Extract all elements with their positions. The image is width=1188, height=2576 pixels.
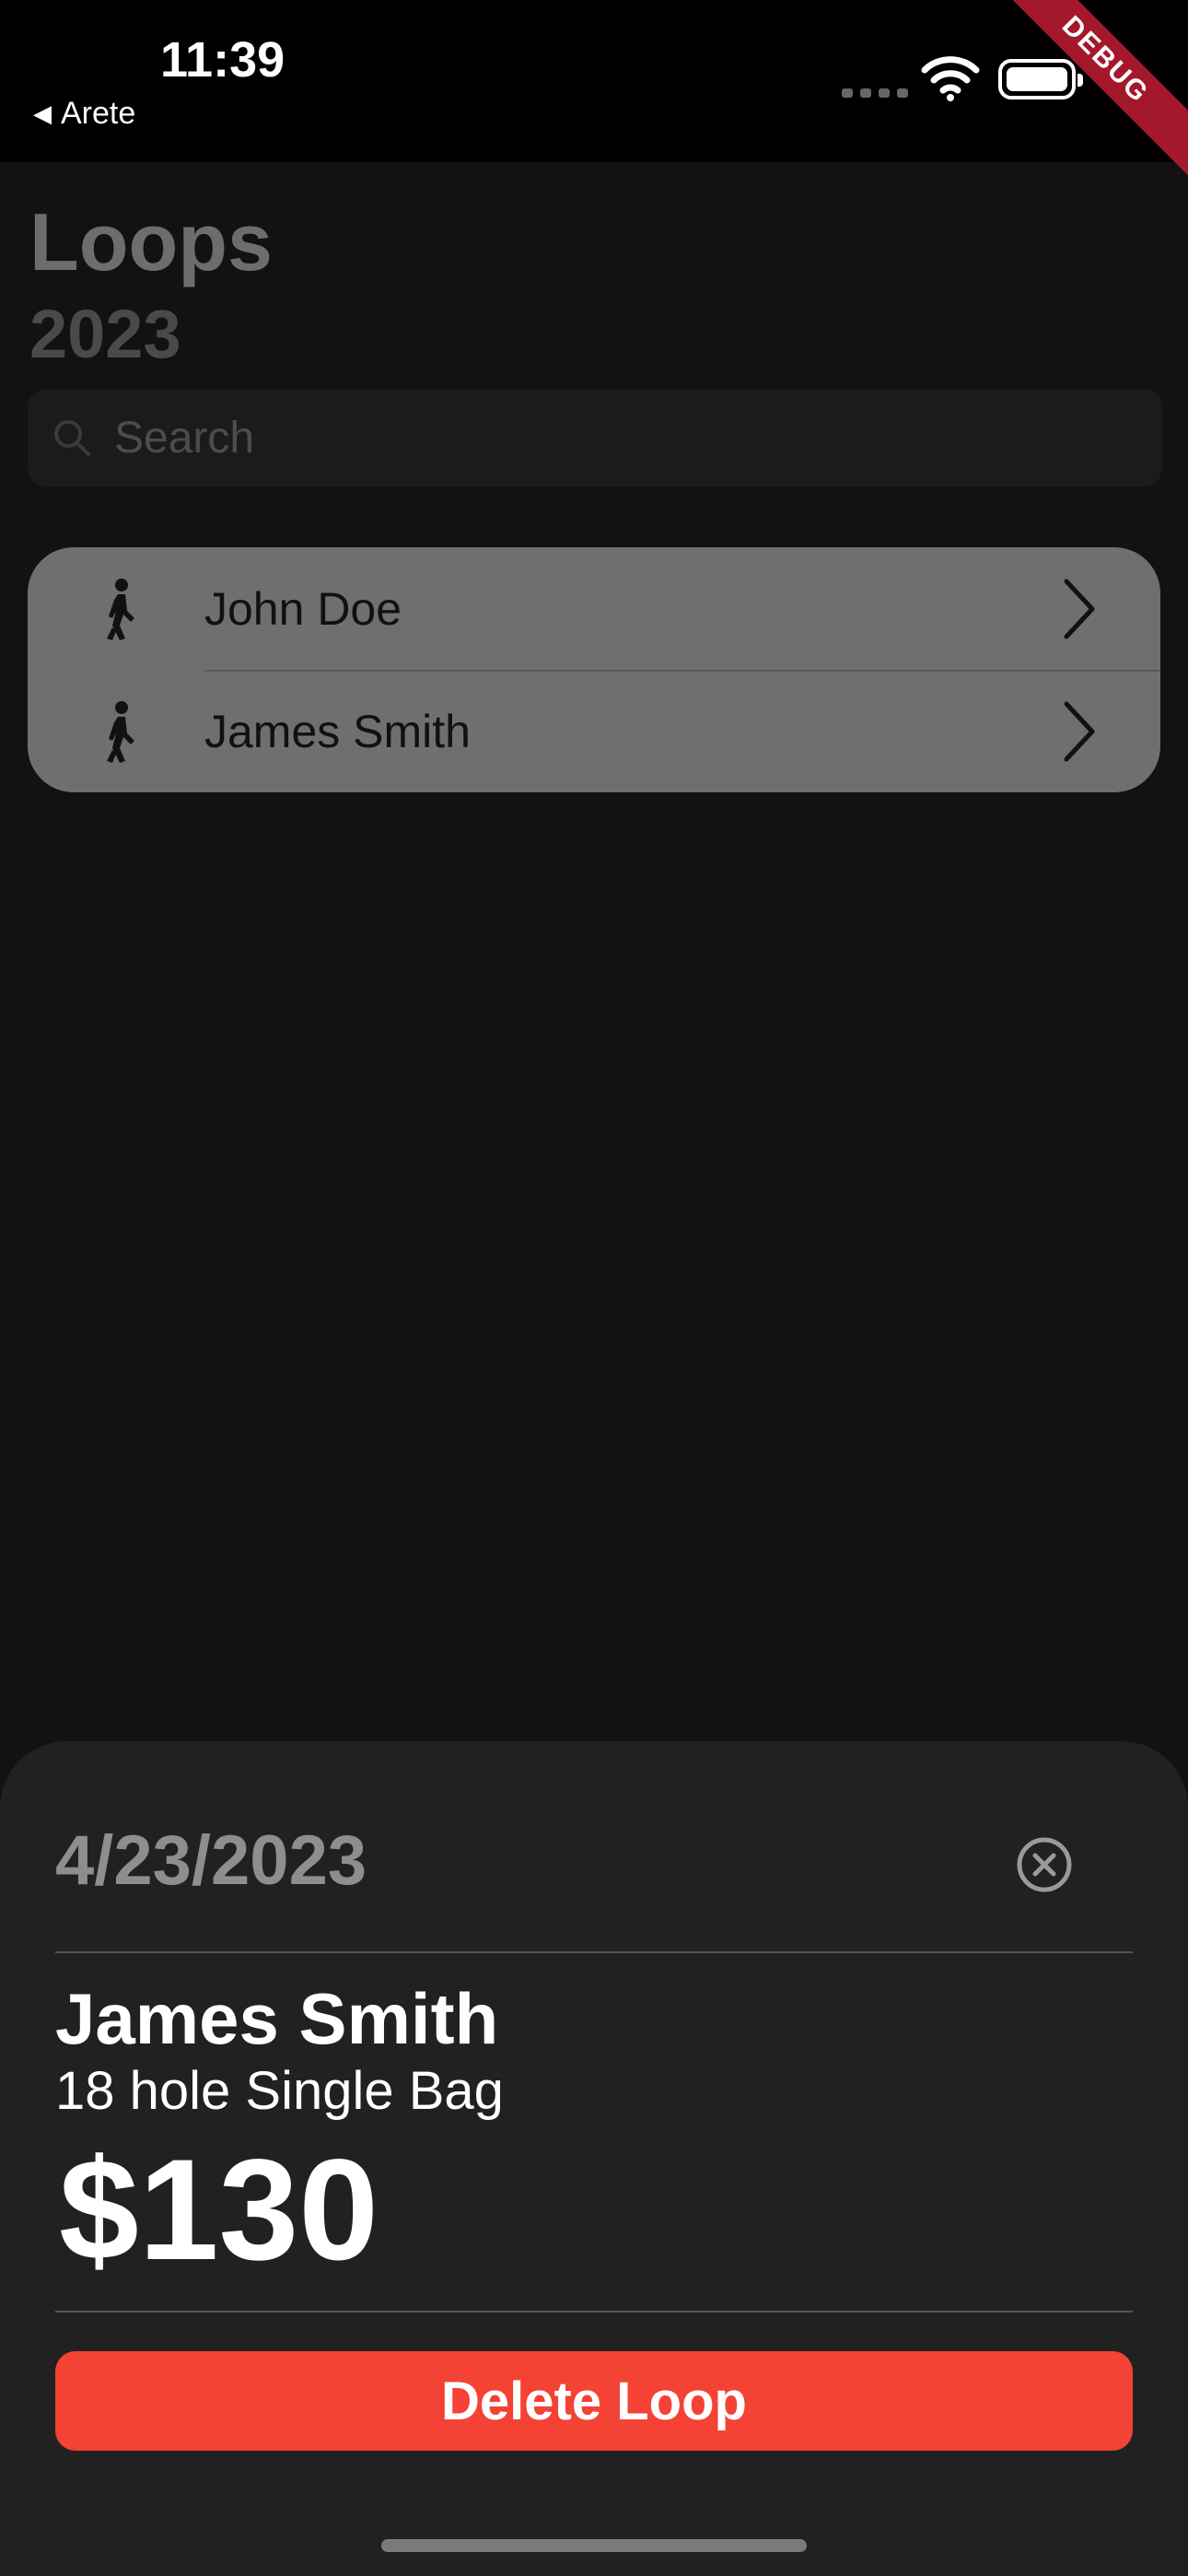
battery-icon	[998, 59, 1083, 100]
close-icon[interactable]	[1015, 1835, 1074, 1894]
search-placeholder: Search	[114, 413, 255, 463]
list-item-name: John Doe	[204, 582, 402, 635]
walking-person-icon	[107, 578, 134, 640]
page-subtitle-year: 2023	[29, 296, 181, 372]
cellular-signal-icon	[842, 88, 908, 98]
delete-loop-button[interactable]: Delete Loop	[55, 2351, 1133, 2451]
walking-person-icon	[107, 700, 134, 763]
sheet-divider	[55, 2311, 1133, 2313]
back-triangle-icon: ◀	[33, 100, 52, 127]
search-icon	[54, 420, 90, 456]
page-title: Loops	[29, 196, 273, 287]
back-app-label: Arete	[61, 96, 136, 131]
sheet-divider	[55, 1951, 1133, 1953]
loop-date: 4/23/2023	[55, 1821, 367, 1900]
list-item-name: James Smith	[204, 705, 471, 757]
loop-detail-sheet: 4/23/2023 James Smith 18 hole Single Bag…	[0, 1741, 1188, 2576]
loop-description: 18 hole Single Bag	[55, 2061, 504, 2121]
status-time: 11:39	[160, 32, 285, 88]
list-item[interactable]: James Smith	[28, 670, 1160, 792]
loop-person-name: James Smith	[55, 1978, 499, 2059]
home-indicator[interactable]	[381, 2539, 807, 2552]
list-item[interactable]: John Doe	[28, 547, 1160, 670]
back-to-app-button[interactable]: ◀ Arete	[33, 96, 135, 132]
loop-list: John Doe James Smith	[28, 547, 1160, 792]
chevron-right-icon	[1064, 701, 1095, 761]
search-input[interactable]: Search	[28, 389, 1162, 486]
chevron-right-icon	[1064, 579, 1095, 638]
loop-amount: $130	[59, 2130, 379, 2290]
wifi-icon	[921, 56, 980, 101]
